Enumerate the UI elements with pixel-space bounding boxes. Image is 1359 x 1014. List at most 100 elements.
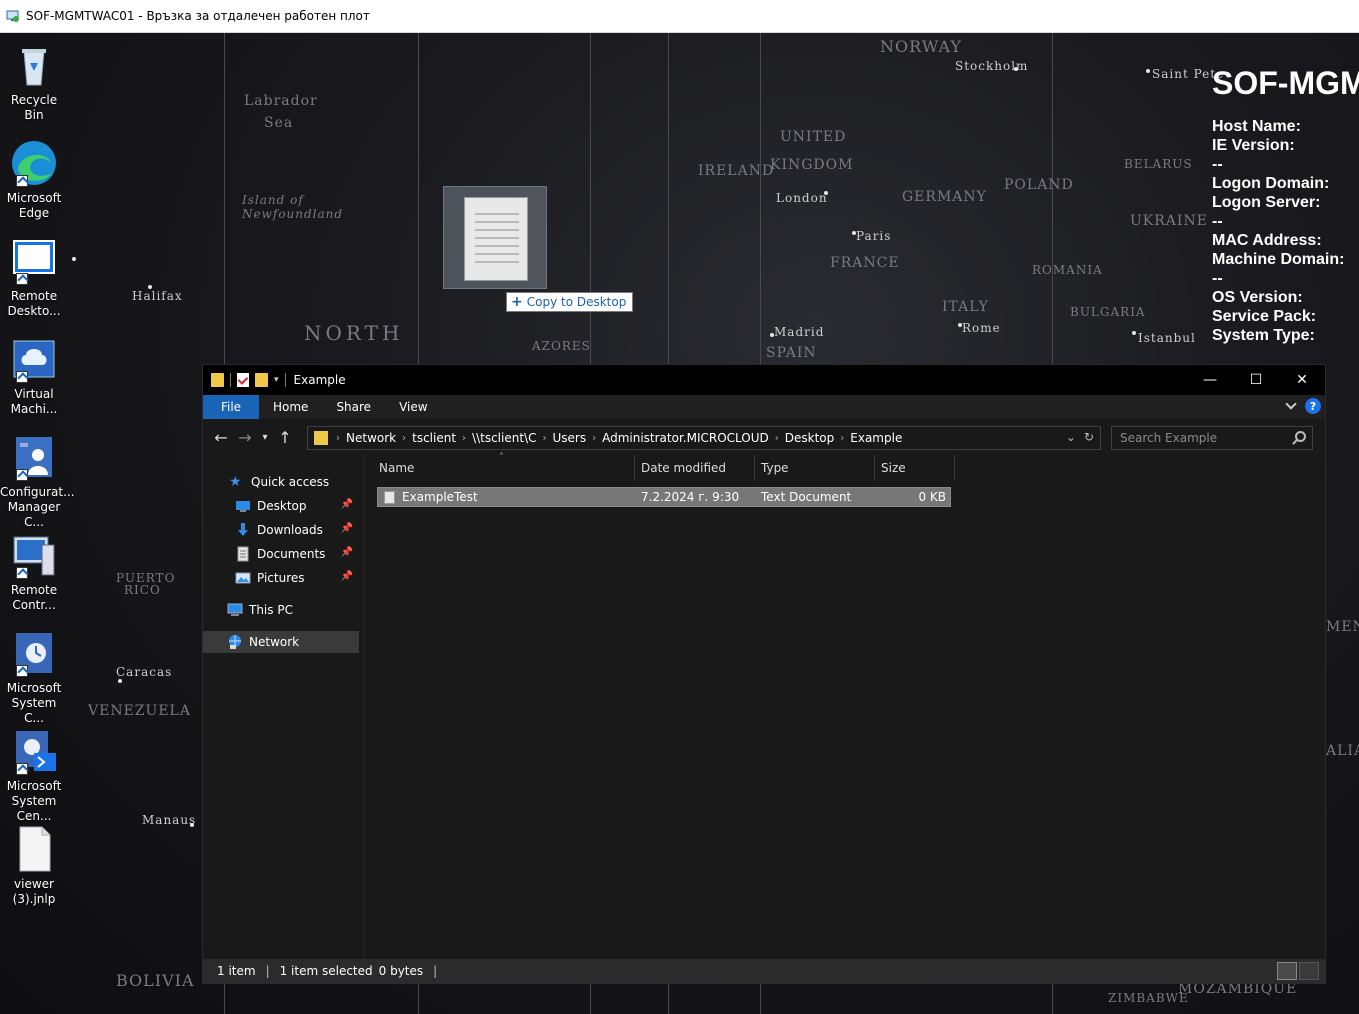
breadcrumb-separator-icon[interactable]: ›: [840, 433, 844, 444]
pin-icon[interactable]: 📌: [341, 547, 353, 558]
plus-icon: +: [511, 294, 523, 310]
nav-this-pc[interactable]: This PC: [203, 599, 359, 621]
remote-desktop-icon: [6, 9, 20, 23]
pin-icon[interactable]: 📌: [341, 571, 353, 582]
forward-arrow-icon[interactable]: →: [233, 428, 257, 447]
bginfo-row: --: [1212, 156, 1223, 173]
text-document-icon: [464, 197, 528, 281]
column-header-size[interactable]: Size: [875, 455, 955, 481]
desktop-icon-label: Machi...: [10, 402, 58, 416]
breadcrumb-administrator[interactable]: Administrator.MICROCLOUD: [602, 431, 769, 445]
breadcrumb-separator-icon[interactable]: ›: [462, 433, 466, 444]
breadcrumb-separator-icon[interactable]: ›: [402, 433, 406, 444]
bginfo-row: IE Version:: [1212, 137, 1295, 154]
breadcrumb-users[interactable]: Users: [552, 431, 586, 445]
explorer-title-bar[interactable]: ▾ Example — ☐ ✕: [203, 365, 1325, 395]
drag-ghost: [443, 186, 547, 289]
desktop-icon-recycle-bin[interactable]: Recycle Bin: [0, 41, 68, 123]
quick-access-toolbar: ▾: [211, 373, 286, 387]
address-dropdown-icon[interactable]: ⌄: [1066, 430, 1076, 444]
divider: |: [265, 964, 270, 978]
nav-downloads[interactable]: Downloads 📌: [203, 519, 359, 541]
breadcrumb-tsclient-c[interactable]: \\tsclient\C: [472, 431, 536, 445]
tab-share[interactable]: Share: [322, 395, 385, 419]
address-bar[interactable]: › Network › tsclient › \\tsclient\C › Us…: [307, 426, 1101, 450]
desktop-icon-microsoft-edge[interactable]: Microsoft Edge: [0, 139, 68, 221]
configuration-manager-icon: [10, 433, 58, 481]
ribbon-tabs: File Home Share View ?: [203, 395, 1325, 419]
breadcrumb-separator-icon[interactable]: ›: [775, 433, 779, 444]
desktop-icon-label: Recycle Bin: [10, 93, 58, 122]
search-placeholder: Search Example: [1120, 431, 1218, 445]
breadcrumb-desktop[interactable]: Desktop: [785, 431, 835, 445]
nav-network[interactable]: Network: [203, 631, 359, 653]
computer-icon: [227, 602, 243, 618]
recycle-bin-icon: [10, 41, 58, 89]
tab-view[interactable]: View: [385, 395, 441, 419]
desktop-icon-viewer-jnlp[interactable]: viewer (3).jnlp: [0, 825, 68, 907]
refresh-icon[interactable]: ↻: [1084, 430, 1094, 444]
desktop-icon-remote-control[interactable]: Remote Contr...: [0, 531, 68, 613]
tab-home[interactable]: Home: [259, 395, 322, 419]
divider: [284, 373, 286, 387]
up-arrow-icon[interactable]: ↑: [273, 428, 297, 447]
file-icon: [10, 825, 58, 873]
nav-label: Downloads: [257, 523, 323, 537]
explorer-window-title: Example: [293, 373, 346, 387]
large-icons-view-button[interactable]: [1299, 962, 1319, 980]
desktop-icon-virtual-machine[interactable]: Virtual Machi...: [0, 335, 68, 417]
navigation-pane: ★ Quick access Desktop 📌 Downloads 📌 Doc…: [203, 455, 359, 959]
expand-ribbon-icon[interactable]: [1285, 398, 1297, 410]
bginfo-row: OS Version:: [1212, 289, 1303, 306]
pin-icon[interactable]: 📌: [341, 499, 353, 510]
breadcrumb-separator-icon[interactable]: ›: [592, 433, 596, 444]
breadcrumb-tsclient[interactable]: tsclient: [412, 431, 456, 445]
details-view-button[interactable]: [1277, 962, 1297, 980]
breadcrumb-separator-icon[interactable]: ›: [542, 433, 546, 444]
customize-toolbar-dropdown-icon[interactable]: ▾: [274, 375, 279, 385]
nav-desktop[interactable]: Desktop 📌: [203, 495, 359, 517]
column-header-date-modified[interactable]: Date modified: [635, 455, 755, 481]
breadcrumb-separator-icon[interactable]: ›: [336, 433, 340, 444]
pin-icon[interactable]: 📌: [341, 523, 353, 534]
powershell-icon: [10, 727, 58, 775]
table-row[interactable]: ExampleTest 7.2.2024 г. 9:30 Text Docume…: [377, 487, 951, 507]
close-button[interactable]: ✕: [1279, 365, 1325, 395]
rdp-title-bar[interactable]: SOF-MGMTWAC01 - Връзка за отдалечен рабо…: [0, 0, 1359, 33]
column-header-name[interactable]: Name: [373, 455, 635, 481]
network-icon: [227, 634, 243, 650]
file-size: 0 KB: [918, 490, 946, 504]
search-input[interactable]: Search Example: [1111, 426, 1313, 450]
nav-documents[interactable]: Documents 📌: [203, 543, 359, 565]
nav-quick-access[interactable]: ★ Quick access: [203, 471, 359, 493]
drag-tooltip: + Copy to Desktop: [506, 292, 634, 312]
shortcut-arrow-icon: [16, 371, 28, 383]
desktop-icon-configuration-manager[interactable]: Configurat... Manager C...: [0, 433, 75, 530]
desktop-icon-label: Microsoft: [6, 191, 62, 205]
nav-pictures[interactable]: Pictures 📌: [203, 567, 359, 589]
shortcut-arrow-icon: [16, 567, 28, 579]
system-center-icon: [10, 629, 58, 677]
minimize-button[interactable]: —: [1187, 365, 1233, 395]
maximize-button[interactable]: ☐: [1233, 365, 1279, 395]
file-explorer-window[interactable]: ▾ Example — ☐ ✕ File Home Share View ? ←…: [202, 364, 1326, 984]
desktop-icon-system-center-powershell[interactable]: Microsoft System Cen...: [0, 727, 68, 824]
edge-icon: [10, 139, 58, 187]
desktop-icon-remote-desktop[interactable]: Remote Deskto...: [0, 237, 68, 319]
remote-control-icon: [10, 531, 58, 579]
properties-icon[interactable]: [237, 373, 249, 387]
breadcrumb-network[interactable]: Network: [346, 431, 396, 445]
recent-locations-chevron-icon[interactable]: ▾: [257, 432, 273, 443]
desktop-icon-label: Microsoft: [6, 681, 62, 695]
back-arrow-icon[interactable]: ←: [209, 428, 233, 447]
file-type: Text Document: [761, 490, 852, 504]
desktop-icon-system-center[interactable]: Microsoft System C...: [0, 629, 68, 726]
pane-splitter[interactable]: [363, 455, 364, 959]
tab-file[interactable]: File: [203, 395, 259, 419]
help-icon[interactable]: ?: [1305, 398, 1321, 414]
bginfo-hostname: SOF-MGM: [1212, 65, 1359, 101]
bginfo-row: System Type:: [1212, 327, 1315, 344]
column-header-type[interactable]: Type: [755, 455, 875, 481]
new-folder-icon[interactable]: [255, 373, 268, 387]
breadcrumb-example[interactable]: Example: [850, 431, 902, 445]
